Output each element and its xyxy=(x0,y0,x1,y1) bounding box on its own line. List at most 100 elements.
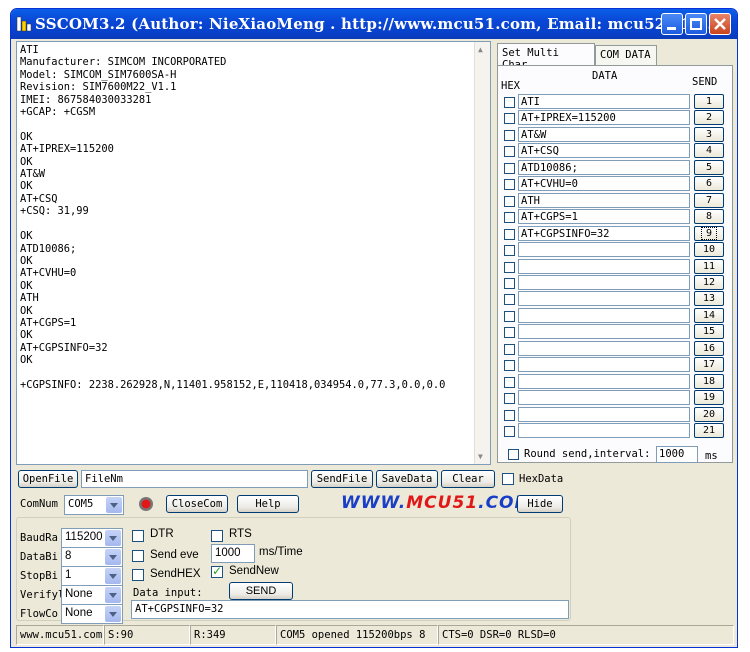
command-input[interactable] xyxy=(518,291,690,307)
command-input[interactable]: AT+CVHU=0 xyxy=(518,176,690,192)
receive-terminal[interactable]: ATI Manufacturer: SIMCOM INCORPORATED Mo… xyxy=(16,41,491,465)
command-input[interactable] xyxy=(518,307,690,323)
round-send-checkbox[interactable] xyxy=(508,449,519,460)
send-row-button[interactable]: 9 xyxy=(694,225,724,241)
hex-checkbox[interactable] xyxy=(504,327,515,339)
send-row-button[interactable]: 10 xyxy=(694,242,724,258)
send-row-button[interactable]: 2 xyxy=(694,110,724,126)
hex-checkbox[interactable] xyxy=(504,393,515,405)
send-row-button[interactable]: 17 xyxy=(694,357,724,373)
send-row-button[interactable]: 1 xyxy=(694,94,724,109)
send-every-checkbox[interactable] xyxy=(132,550,144,562)
send-row-button[interactable]: 15 xyxy=(694,324,724,340)
file-name-input[interactable]: FileNm xyxy=(81,470,308,488)
send-row-button[interactable]: 4 xyxy=(694,143,724,159)
hex-checkbox[interactable] xyxy=(504,129,515,141)
hex-checkbox[interactable] xyxy=(504,245,515,257)
hex-checkbox[interactable] xyxy=(504,261,515,273)
send-row-button[interactable]: 21 xyxy=(694,423,724,438)
command-input[interactable] xyxy=(518,340,690,356)
command-input[interactable]: AT+CSQ xyxy=(518,143,690,159)
data-input-field[interactable]: AT+CGPSINFO=32 xyxy=(131,600,569,619)
send-row-button[interactable]: 7 xyxy=(694,192,724,208)
tab-set-multi-char[interactable]: Set Multi Char xyxy=(497,43,595,71)
send-button[interactable]: SEND xyxy=(229,582,293,600)
scroll-up-icon[interactable]: ▲ xyxy=(478,45,483,54)
send-row-button[interactable]: 11 xyxy=(694,258,724,274)
help-button[interactable]: Help xyxy=(237,495,299,513)
command-input[interactable] xyxy=(518,357,690,373)
stop-bits-select[interactable]: 1 xyxy=(61,566,123,586)
hex-data-checkbox[interactable] xyxy=(502,473,514,485)
hex-checkbox[interactable] xyxy=(504,343,515,355)
close-button[interactable] xyxy=(709,13,731,35)
send-row-button[interactable]: 5 xyxy=(694,159,724,175)
send-file-button[interactable]: SendFile xyxy=(311,470,373,488)
hide-button[interactable]: Hide xyxy=(517,495,563,513)
com-num-select[interactable]: COM5 xyxy=(64,495,124,515)
hex-checkbox[interactable] xyxy=(504,179,515,191)
title-bar[interactable]: SSCOM3.2 (Author: NieXiaoMeng . http://w… xyxy=(11,9,737,39)
command-input[interactable]: AT+CGPSINFO=32 xyxy=(518,225,690,241)
save-data-button[interactable]: SaveData xyxy=(376,470,438,488)
send-row-button[interactable]: 19 xyxy=(694,390,724,406)
hex-checkbox[interactable] xyxy=(504,409,515,421)
command-input[interactable]: AT+IPREX=115200 xyxy=(518,110,690,126)
hex-checkbox[interactable] xyxy=(504,212,515,224)
command-input[interactable] xyxy=(518,324,690,340)
command-input[interactable]: ATD10086; xyxy=(518,159,690,175)
send-interval-input[interactable]: 1000 xyxy=(211,544,255,563)
command-input[interactable] xyxy=(518,423,690,438)
send-row-button[interactable]: 3 xyxy=(694,126,724,142)
command-input[interactable] xyxy=(518,258,690,274)
hex-checkbox[interactable] xyxy=(504,162,515,174)
tab-com-data[interactable]: COM DATA xyxy=(595,45,657,65)
hex-checkbox[interactable] xyxy=(504,277,515,289)
open-file-button[interactable]: OpenFile xyxy=(18,470,78,488)
send-row-button[interactable]: 6 xyxy=(694,176,724,192)
baud-rate-select[interactable]: 115200 xyxy=(61,528,123,548)
send-row-button[interactable]: 14 xyxy=(694,307,724,323)
dtr-checkbox[interactable] xyxy=(132,530,144,542)
command-input[interactable] xyxy=(518,242,690,258)
command-input[interactable]: ATI xyxy=(518,94,690,109)
flow-control-select[interactable]: None xyxy=(61,604,123,624)
hex-checkbox[interactable] xyxy=(504,228,515,240)
minimize-button[interactable] xyxy=(661,13,683,35)
hex-checkbox[interactable] xyxy=(504,146,515,158)
command-input[interactable] xyxy=(518,274,690,290)
round-interval-input[interactable]: 1000 xyxy=(656,446,698,463)
command-input[interactable] xyxy=(518,406,690,422)
send-row-button[interactable]: 20 xyxy=(694,406,724,422)
hex-checkbox[interactable] xyxy=(504,195,515,207)
hex-checkbox[interactable] xyxy=(504,360,515,372)
hex-checkbox[interactable] xyxy=(504,376,515,388)
hex-checkbox[interactable] xyxy=(504,294,515,306)
dtr-label: DTR xyxy=(150,528,174,540)
hex-checkbox[interactable] xyxy=(504,113,515,125)
hex-checkbox[interactable] xyxy=(504,97,515,108)
close-com-button[interactable]: CloseCom xyxy=(166,495,228,513)
multi-char-row: AT+CGPS=1 8 xyxy=(504,209,730,225)
scroll-down-icon[interactable]: ▼ xyxy=(478,452,483,461)
clear-button[interactable]: Clear xyxy=(441,470,495,488)
maximize-button[interactable] xyxy=(685,13,707,35)
send-new-checkbox[interactable] xyxy=(211,564,223,578)
command-input[interactable] xyxy=(518,390,690,406)
hex-checkbox[interactable] xyxy=(504,426,515,437)
send-row-button[interactable]: 12 xyxy=(694,274,724,290)
data-bits-select[interactable]: 8 xyxy=(61,547,123,567)
send-row-button[interactable]: 16 xyxy=(694,340,724,356)
send-row-button[interactable]: 18 xyxy=(694,373,724,389)
terminal-scrollbar[interactable]: ▲ ▼ xyxy=(474,42,490,464)
send-row-button[interactable]: 13 xyxy=(694,291,724,307)
command-input[interactable]: AT&W xyxy=(518,126,690,142)
command-input[interactable]: ATH xyxy=(518,192,690,208)
rts-checkbox[interactable] xyxy=(211,530,223,542)
send-row-button[interactable]: 8 xyxy=(694,209,724,225)
command-input[interactable]: AT+CGPS=1 xyxy=(518,209,690,225)
verify-select[interactable]: None xyxy=(61,585,123,605)
send-hex-checkbox[interactable] xyxy=(132,569,144,581)
command-input[interactable] xyxy=(518,373,690,389)
hex-checkbox[interactable] xyxy=(504,310,515,322)
